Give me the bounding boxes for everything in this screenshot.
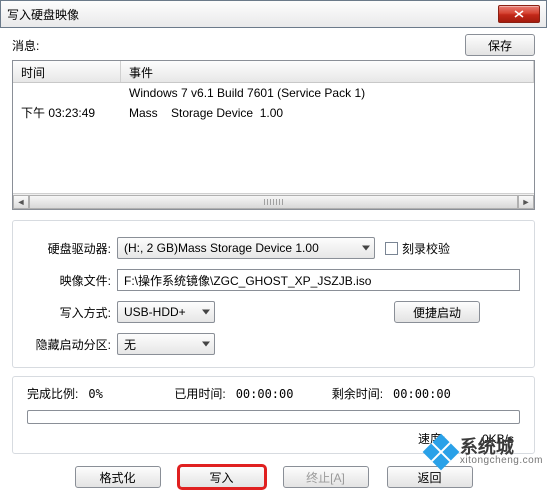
cell-time <box>13 83 121 103</box>
done-label: 完成比例: <box>27 385 84 402</box>
remain-label: 剩余时间: <box>332 385 389 402</box>
horizontal-scrollbar[interactable]: ◄ ► <box>13 193 534 209</box>
abort-button[interactable]: 终止[A] <box>283 466 369 488</box>
chevron-down-icon <box>202 310 210 315</box>
window-title: 写入硬盘映像 <box>7 6 79 23</box>
drive-label: 硬盘驱动器: <box>27 240 117 257</box>
close-icon <box>514 10 524 18</box>
scroll-track[interactable] <box>29 195 518 209</box>
cell-event: Mass Storage Device 1.00 <box>121 103 534 123</box>
format-button[interactable]: 格式化 <box>75 466 161 488</box>
button-row: 格式化 写入 终止[A] 返回 <box>12 466 535 488</box>
verify-checkbox[interactable] <box>385 242 398 255</box>
image-path-input[interactable]: F:\操作系统镜像\ZGC_GHOST_XP_JSZJB.iso <box>117 269 520 291</box>
image-label: 映像文件: <box>27 272 117 289</box>
scroll-right-icon[interactable]: ► <box>518 195 534 209</box>
table-row[interactable]: 下午 03:23:49 Mass Storage Device 1.00 <box>13 103 534 123</box>
drive-dropdown[interactable]: (H:, 2 GB)Mass Storage Device 1.00 <box>117 237 375 259</box>
quick-boot-button[interactable]: 便捷启动 <box>394 301 480 323</box>
content-area: 消息: 保存 时间 事件 Windows 7 v6.1 Build 7601 (… <box>0 28 547 498</box>
back-button[interactable]: 返回 <box>387 466 473 488</box>
hidden-partition-dropdown[interactable]: 无 <box>117 333 215 355</box>
close-button[interactable] <box>498 5 540 23</box>
col-event[interactable]: 事件 <box>121 61 534 82</box>
write-button[interactable]: 写入 <box>179 466 265 488</box>
scroll-thumb[interactable] <box>29 195 518 209</box>
write-mode-label: 写入方式: <box>27 304 117 321</box>
speed-label: 速度: <box>418 432 445 446</box>
chevron-down-icon <box>362 246 370 251</box>
table-header: 时间 事件 <box>13 61 534 83</box>
cell-time: 下午 03:23:49 <box>13 103 121 123</box>
remain-value: 00:00:00 <box>389 387 451 401</box>
title-bar: 写入硬盘映像 <box>0 0 547 28</box>
write-mode-dropdown[interactable]: USB-HDD+ <box>117 301 215 323</box>
progress-group: 完成比例: 0% 已用时间: 00:00:00 剩余时间: 00:00:00 速… <box>12 376 535 454</box>
progress-bar <box>27 410 520 424</box>
col-time[interactable]: 时间 <box>13 61 121 82</box>
options-group: 硬盘驱动器: (H:, 2 GB)Mass Storage Device 1.0… <box>12 220 535 368</box>
cell-event: Windows 7 v6.1 Build 7601 (Service Pack … <box>121 83 534 103</box>
elapsed-value: 00:00:00 <box>232 387 332 401</box>
save-button[interactable]: 保存 <box>465 34 535 56</box>
done-value: 0% <box>84 387 174 401</box>
message-label: 消息: <box>12 37 39 54</box>
hidden-partition-label: 隐藏启动分区: <box>27 336 117 353</box>
elapsed-label: 已用时间: <box>174 385 231 402</box>
log-table: 时间 事件 Windows 7 v6.1 Build 7601 (Service… <box>12 60 535 210</box>
verify-label: 刻录校验 <box>402 240 450 257</box>
chevron-down-icon <box>202 342 210 347</box>
scroll-left-icon[interactable]: ◄ <box>13 195 29 209</box>
speed-value: 0KB/s <box>482 432 514 446</box>
table-body: Windows 7 v6.1 Build 7601 (Service Pack … <box>13 83 534 123</box>
table-row[interactable]: Windows 7 v6.1 Build 7601 (Service Pack … <box>13 83 534 103</box>
